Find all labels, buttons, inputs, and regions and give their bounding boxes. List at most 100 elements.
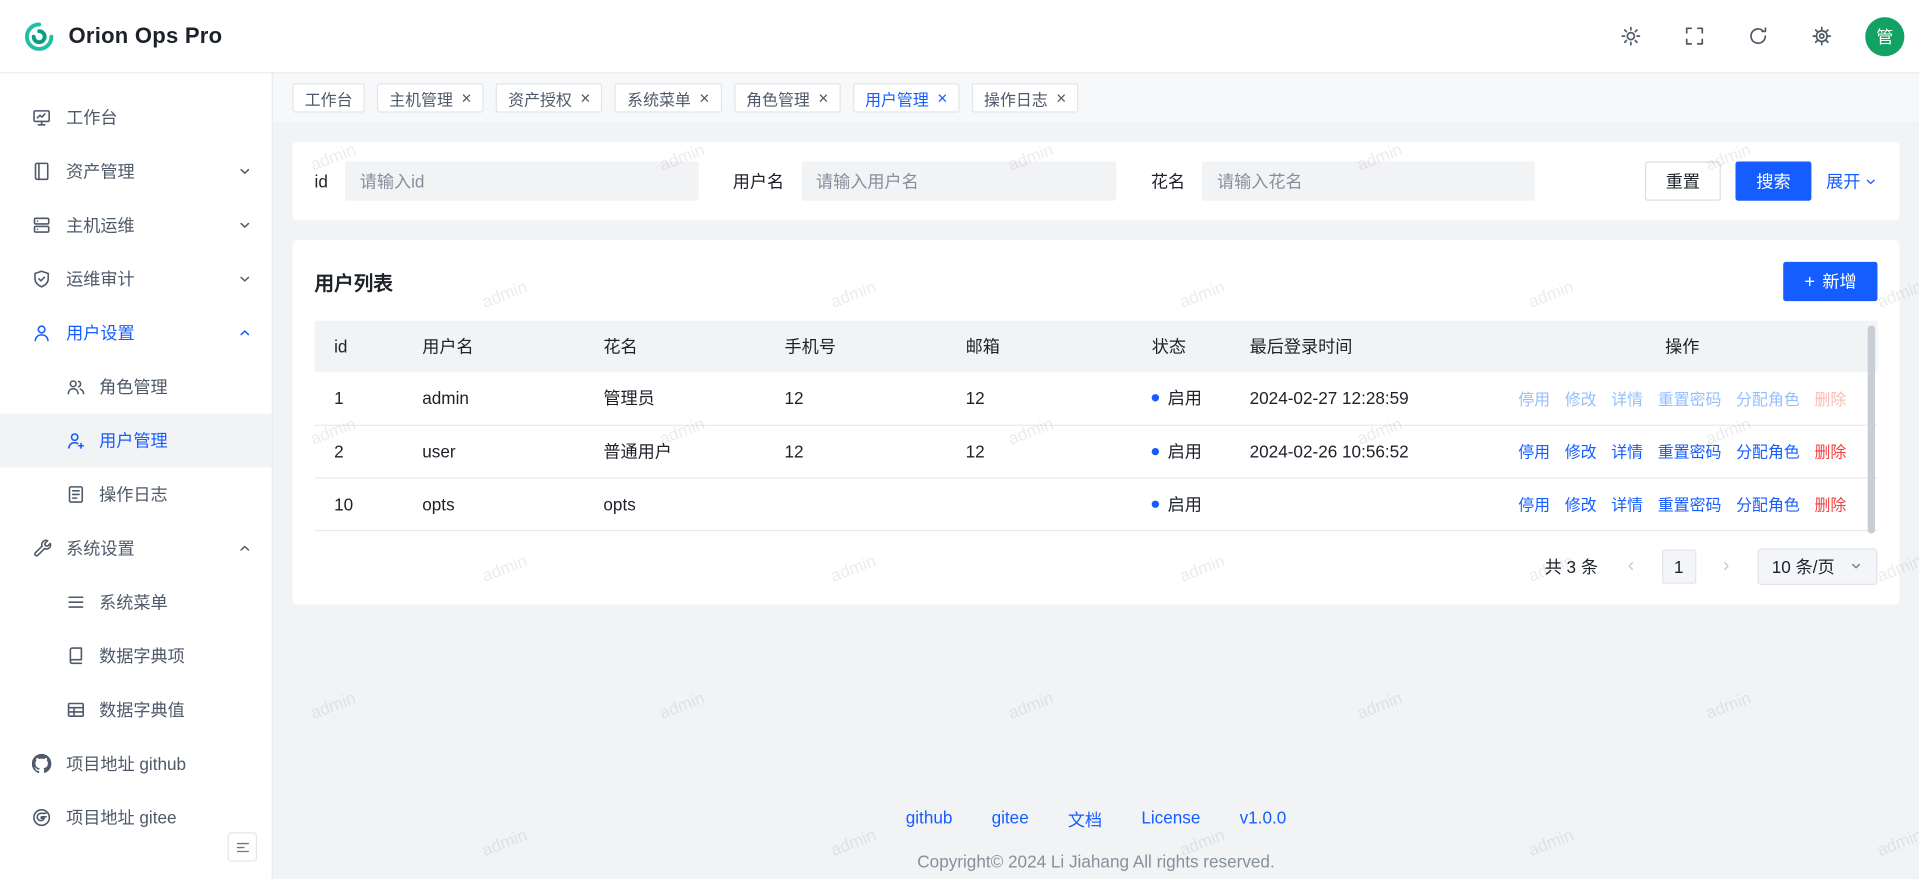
next-page-button[interactable] bbox=[1711, 550, 1743, 582]
sidebar-item-operation-log[interactable]: 操作日志 bbox=[0, 468, 272, 522]
nickname-input[interactable] bbox=[1202, 162, 1534, 201]
edit-action-link[interactable]: 修改 bbox=[1565, 496, 1597, 514]
prev-page-button[interactable] bbox=[1615, 550, 1647, 582]
refresh-button[interactable] bbox=[1738, 17, 1777, 56]
assign-role-action-link[interactable]: 分配角色 bbox=[1736, 496, 1800, 514]
table-header-row: id 用户名 花名 手机号 邮箱 状态 最后登录时间 操作 bbox=[315, 321, 1878, 372]
close-icon[interactable]: × bbox=[699, 89, 709, 106]
sidebar-item-dict-value[interactable]: 数据字典值 bbox=[0, 683, 272, 737]
chevron-right-icon bbox=[1720, 559, 1733, 572]
footer-gitee-link[interactable]: gitee bbox=[992, 807, 1029, 831]
tab-system-menu[interactable]: 系统菜单 × bbox=[615, 83, 722, 112]
footer-links: github gitee 文档 License v1.0.0 bbox=[273, 807, 1919, 831]
table-row: 2 user 普通用户 12 12 启用 2024-02-26 10:56:52… bbox=[315, 425, 1878, 478]
settings-button[interactable] bbox=[1802, 17, 1841, 56]
disable-action-link[interactable]: 停用 bbox=[1518, 443, 1550, 461]
reset-password-action-link[interactable]: 重置密码 bbox=[1658, 390, 1722, 408]
sidebar-item-label: 数据字典值 bbox=[99, 698, 252, 722]
assign-role-action-link[interactable]: 分配角色 bbox=[1736, 443, 1800, 461]
status-dot bbox=[1152, 394, 1159, 401]
detail-action-link[interactable]: 详情 bbox=[1611, 443, 1643, 461]
user-add-icon bbox=[66, 431, 86, 451]
id-label: id bbox=[315, 171, 328, 191]
logo-icon bbox=[22, 19, 56, 53]
sidebar-item-label: 数据字典项 bbox=[99, 644, 252, 668]
reset-button[interactable]: 重置 bbox=[1645, 162, 1721, 201]
edit-action-link[interactable]: 修改 bbox=[1565, 443, 1597, 461]
username-label: 用户名 bbox=[733, 169, 784, 193]
sidebar-item-role-management[interactable]: 角色管理 bbox=[0, 360, 272, 414]
cell-status: 启用 bbox=[1132, 425, 1230, 478]
column-header-id: id bbox=[315, 321, 403, 372]
delete-action-link[interactable]: 删除 bbox=[1814, 443, 1846, 461]
tab-user-management[interactable]: 用户管理 × bbox=[853, 83, 960, 112]
chevron-up-icon bbox=[237, 326, 252, 341]
sidebar-item-ops-audit[interactable]: 运维审计 bbox=[0, 252, 272, 306]
tab-label: 主机管理 bbox=[389, 86, 453, 109]
close-icon[interactable]: × bbox=[1056, 89, 1066, 106]
page-size-select[interactable]: 10 条/页 bbox=[1757, 548, 1877, 585]
close-icon[interactable]: × bbox=[937, 89, 947, 106]
disable-action-link[interactable]: 停用 bbox=[1518, 390, 1550, 408]
sidebar-item-github-link[interactable]: 项目地址 github bbox=[0, 737, 272, 791]
sidebar-item-asset-management[interactable]: 资产管理 bbox=[0, 144, 272, 198]
reset-password-action-link[interactable]: 重置密码 bbox=[1658, 443, 1722, 461]
add-user-label: 新增 bbox=[1822, 269, 1856, 293]
close-icon[interactable]: × bbox=[580, 89, 590, 106]
page-number-button[interactable]: 1 bbox=[1662, 549, 1696, 583]
cell-actions: 停用修改详情重置密码分配角色删除 bbox=[1487, 477, 1877, 530]
avatar[interactable]: 管 bbox=[1865, 17, 1904, 56]
theme-toggle-button[interactable] bbox=[1611, 17, 1650, 56]
sidebar-item-label: 用户管理 bbox=[99, 428, 252, 452]
sidebar-collapse-button[interactable] bbox=[228, 832, 257, 861]
tab-host-management[interactable]: 主机管理 × bbox=[377, 83, 484, 112]
close-icon[interactable]: × bbox=[461, 89, 471, 106]
close-icon[interactable]: × bbox=[818, 89, 828, 106]
tab-asset-authorization[interactable]: 资产授权 × bbox=[496, 83, 603, 112]
brand[interactable]: Orion Ops Pro bbox=[22, 19, 222, 53]
gear-icon bbox=[1811, 26, 1832, 47]
app-title: Orion Ops Pro bbox=[69, 23, 223, 49]
expand-toggle[interactable]: 展开 bbox=[1826, 169, 1877, 193]
footer-docs-link[interactable]: 文档 bbox=[1068, 807, 1102, 831]
cell-nickname: 管理员 bbox=[584, 372, 765, 425]
fullscreen-button[interactable] bbox=[1674, 17, 1713, 56]
sidebar-item-workbench[interactable]: 工作台 bbox=[0, 91, 272, 145]
delete-action-link[interactable]: 删除 bbox=[1814, 496, 1846, 514]
search-button[interactable]: 搜索 bbox=[1736, 162, 1812, 201]
footer-version-link[interactable]: v1.0.0 bbox=[1240, 807, 1287, 831]
nickname-label: 花名 bbox=[1151, 169, 1185, 193]
sidebar-item-user-management[interactable]: 用户管理 bbox=[0, 414, 272, 468]
edit-action-link[interactable]: 修改 bbox=[1565, 390, 1597, 408]
topbar: Orion Ops Pro 管 bbox=[0, 0, 1919, 73]
footer-license-link[interactable]: License bbox=[1141, 807, 1200, 831]
delete-action-link[interactable]: 删除 bbox=[1814, 390, 1846, 408]
column-header-actions: 操作 bbox=[1487, 321, 1877, 372]
reset-password-action-link[interactable]: 重置密码 bbox=[1658, 496, 1722, 514]
search-field-nickname: 花名 bbox=[1151, 162, 1535, 201]
footer-github-link[interactable]: github bbox=[906, 807, 953, 831]
tab-operation-log[interactable]: 操作日志 × bbox=[972, 83, 1079, 112]
pagination-total: 共 3 条 bbox=[1545, 554, 1598, 578]
disable-action-link[interactable]: 停用 bbox=[1518, 496, 1550, 514]
gitee-icon bbox=[32, 808, 52, 828]
column-header-status: 状态 bbox=[1132, 321, 1230, 372]
assign-role-action-link[interactable]: 分配角色 bbox=[1736, 390, 1800, 408]
tab-role-management[interactable]: 角色管理 × bbox=[734, 83, 841, 112]
cell-email bbox=[946, 477, 1132, 530]
sidebar-item-host-ops[interactable]: 主机运维 bbox=[0, 198, 272, 252]
sidebar-item-user-settings[interactable]: 用户设置 bbox=[0, 306, 272, 360]
add-user-button[interactable]: + 新增 bbox=[1784, 262, 1878, 301]
sidebar-item-label: 角色管理 bbox=[99, 375, 252, 399]
detail-action-link[interactable]: 详情 bbox=[1611, 390, 1643, 408]
detail-action-link[interactable]: 详情 bbox=[1611, 496, 1643, 514]
tab-workbench[interactable]: 工作台 bbox=[293, 83, 365, 112]
id-input[interactable] bbox=[345, 162, 698, 201]
sidebar-item-system-menu[interactable]: 系统菜单 bbox=[0, 575, 272, 629]
sidebar-item-system-settings[interactable]: 系统设置 bbox=[0, 521, 272, 575]
host-icon bbox=[32, 215, 52, 235]
cell-id: 1 bbox=[315, 372, 403, 425]
username-input[interactable] bbox=[801, 162, 1116, 201]
table-scrollbar[interactable] bbox=[1868, 326, 1875, 534]
sidebar-item-dict-item[interactable]: 数据字典项 bbox=[0, 629, 272, 683]
